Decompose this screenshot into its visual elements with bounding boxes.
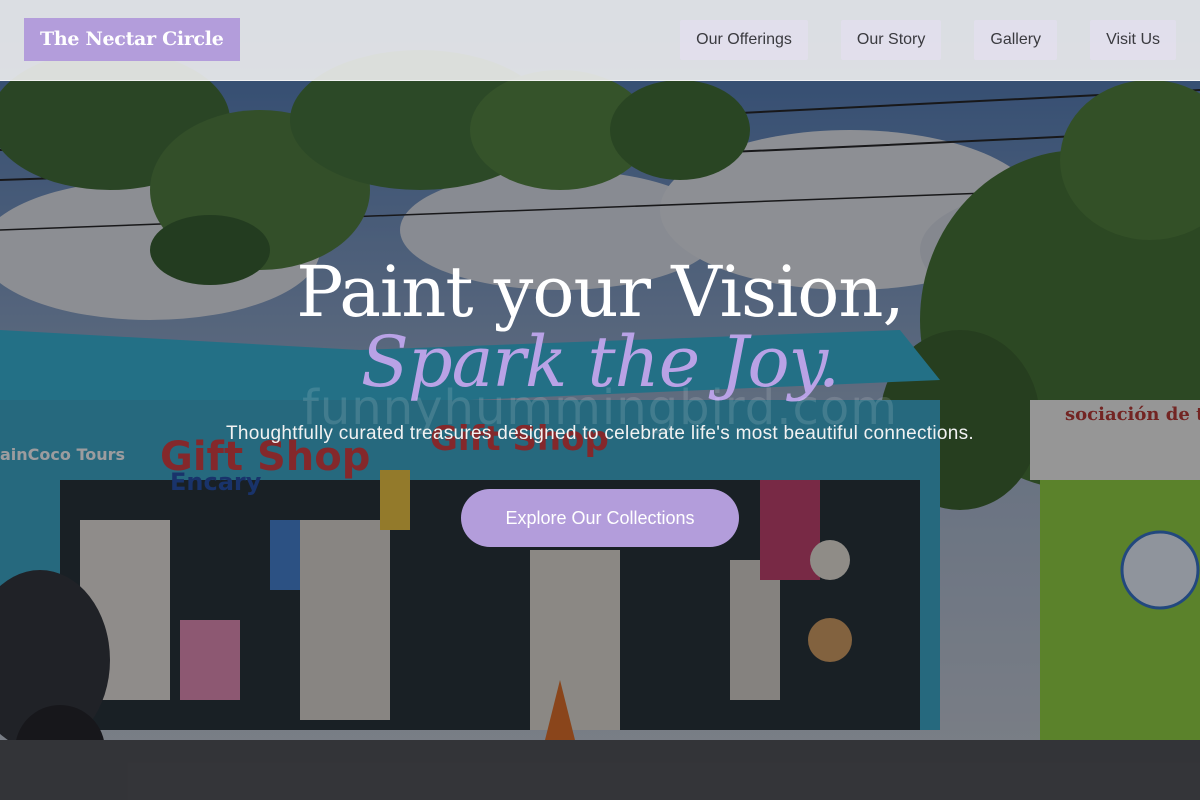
explore-collections-button[interactable]: Explore Our Collections: [461, 489, 739, 547]
hero-subtitle: Thoughtfully curated treasures designed …: [226, 423, 974, 444]
hero-section: Paint your Vision, Spark the Joy. funnyh…: [0, 0, 1200, 800]
